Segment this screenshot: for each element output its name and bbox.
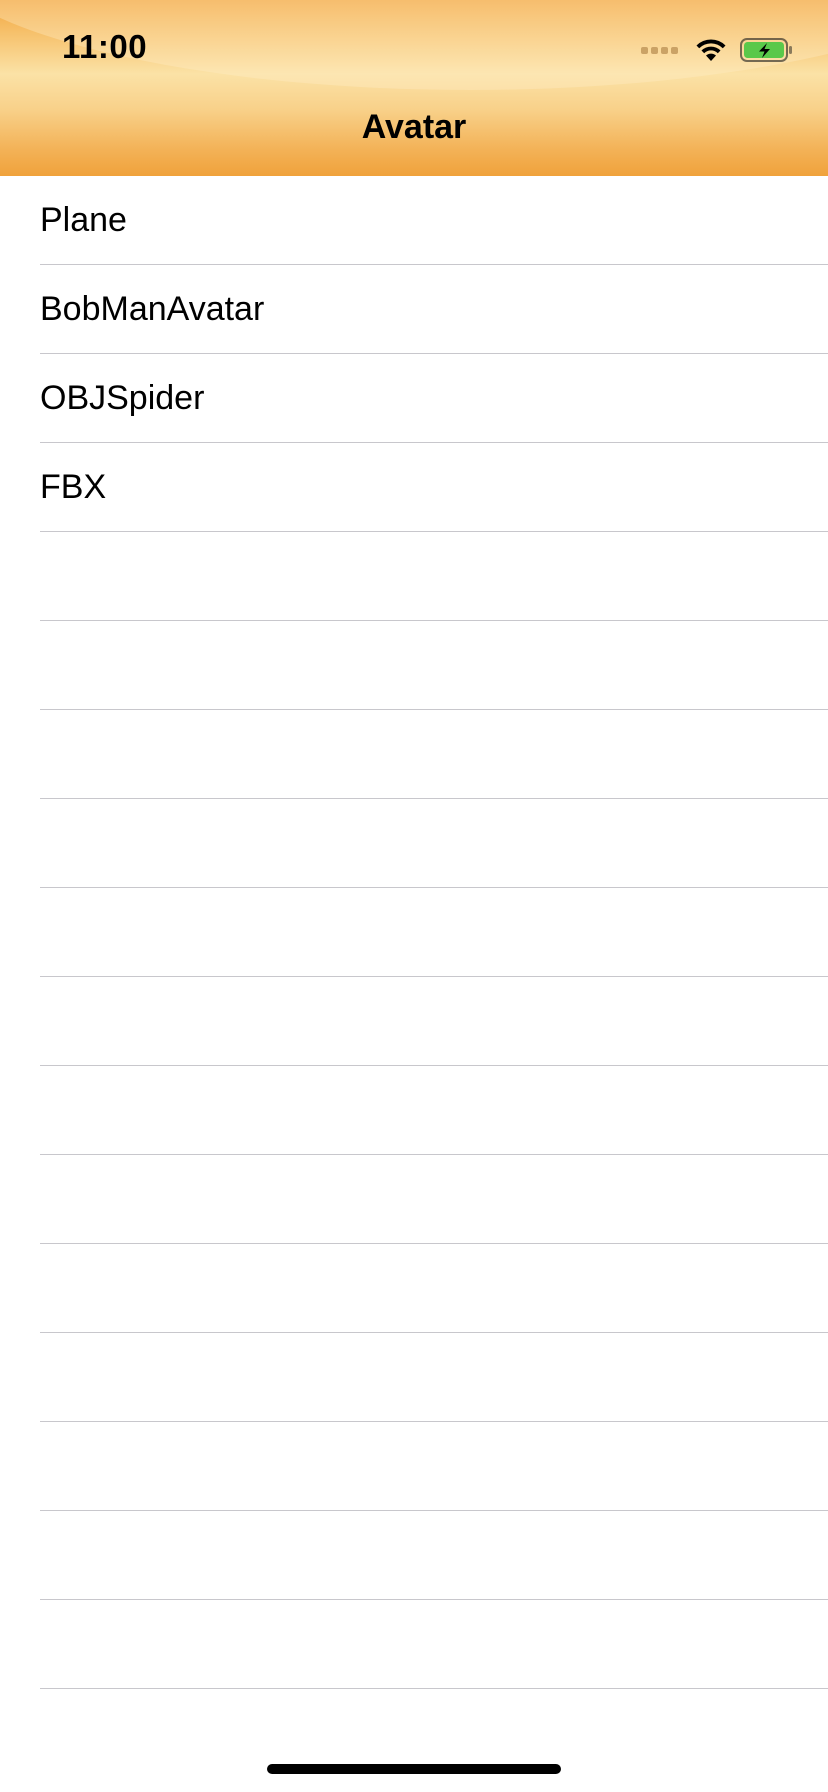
status-icons: [641, 36, 794, 64]
empty-list-row: [40, 1600, 828, 1689]
list-row[interactable]: Plane: [40, 176, 828, 265]
status-time: 11:00: [62, 28, 148, 65]
list-item-label: BobManAvatar: [40, 290, 265, 328]
navigation-header: 11:00 Avatar: [0, 0, 828, 176]
battery-charging-icon: [740, 38, 792, 62]
empty-list-row: [40, 1066, 828, 1155]
wifi-icon: [696, 39, 726, 61]
list-item-label: Plane: [40, 201, 127, 239]
empty-list-row: [40, 621, 828, 710]
home-indicator[interactable]: [267, 1764, 561, 1774]
empty-list-row: [40, 1333, 828, 1422]
list-row[interactable]: BobManAvatar: [40, 265, 828, 354]
nav-title: Avatar: [361, 108, 467, 146]
cellular-dots-icon: [641, 46, 678, 54]
empty-list-row: [40, 532, 828, 621]
list-row[interactable]: OBJSpider: [40, 354, 828, 443]
avatar-list: Plane BobManAvatar OBJSpider FBX: [0, 176, 828, 1689]
empty-list-row: [40, 1422, 828, 1511]
empty-list-row: [40, 888, 828, 977]
empty-list-row: [40, 799, 828, 888]
empty-list-row: [40, 1244, 828, 1333]
list-item-label: FBX: [40, 468, 107, 506]
list-row[interactable]: FBX: [40, 443, 828, 532]
list-item-label: OBJSpider: [40, 379, 205, 417]
screen: 11:00 Avatar Plane BobManAvatar OBJSpide…: [0, 0, 828, 1792]
empty-list-row: [40, 710, 828, 799]
empty-list-row: [40, 1511, 828, 1600]
empty-list-row: [40, 977, 828, 1066]
empty-list-row: [40, 1155, 828, 1244]
